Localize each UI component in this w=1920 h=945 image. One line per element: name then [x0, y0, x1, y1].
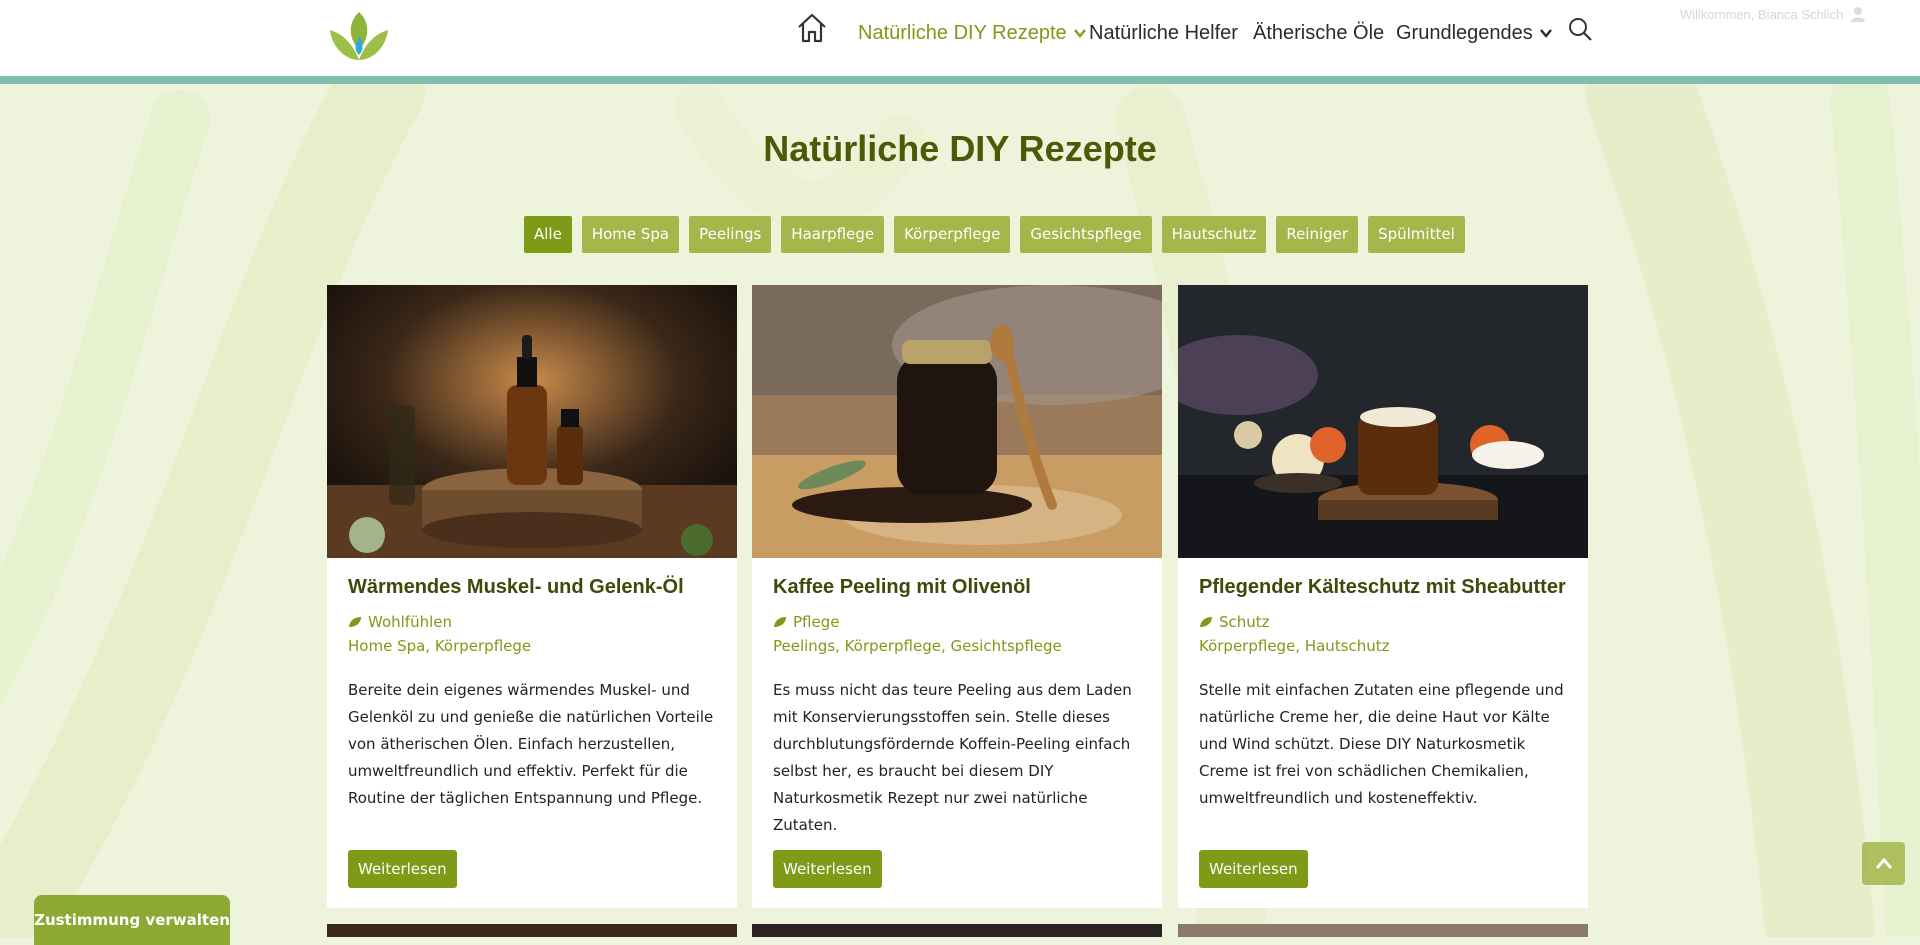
site-logo[interactable]	[326, 8, 392, 66]
filter-gesichtspflege[interactable]: Gesichtspflege	[1020, 216, 1152, 253]
read-more-button[interactable]: Weiterlesen	[773, 850, 882, 888]
read-more-button[interactable]: Weiterlesen	[1199, 850, 1308, 888]
card-tags[interactable]: Home Spa, Körperpflege	[348, 637, 718, 655]
nav-item-label: Grundlegendes	[1396, 21, 1533, 44]
search-icon[interactable]	[1567, 16, 1593, 42]
nav-item-natuerliche-helfer[interactable]: Natürliche Helfer	[1089, 18, 1238, 48]
card-tags[interactable]: Körperpflege, Hautschutz	[1199, 637, 1569, 655]
scroll-to-top-button[interactable]	[1862, 842, 1905, 885]
nav-item-grundlegendes[interactable]: Grundlegendes	[1396, 18, 1553, 48]
card-category-label: Schutz	[1219, 613, 1270, 631]
recipe-image-oil-bottles[interactable]	[327, 285, 737, 558]
site-header: Natürliche DIY Rezepte Natürliche Helfer…	[0, 0, 1920, 76]
chevron-down-icon	[1073, 29, 1086, 38]
filter-home-spa[interactable]: Home Spa	[581, 216, 680, 253]
card-category-label: Pflege	[793, 613, 840, 631]
leaf-icon	[774, 617, 786, 627]
header-accent-bar	[0, 76, 1920, 84]
leaf-icon	[1200, 617, 1212, 627]
welcome-text: Willkommen, Bianca Schlich	[1680, 6, 1844, 22]
card-title[interactable]: Wärmendes Muskel- und Gelenk-Öl	[348, 575, 718, 599]
chevron-down-icon	[1539, 29, 1552, 38]
card-tags[interactable]: Peelings, Körperpflege, Gesichtspflege	[773, 637, 1143, 655]
card-category-label: Wohlfühlen	[368, 613, 453, 631]
filter-hautschutz[interactable]: Hautschutz	[1161, 216, 1267, 253]
filter-reiniger[interactable]: Reiniger	[1276, 216, 1359, 253]
card-excerpt: Stelle mit einfachen Zutaten eine pflege…	[1199, 681, 1564, 807]
category-filter-bar: Alle Home Spa Peelings Haarpflege Körper…	[524, 216, 1465, 253]
nav-item-aetherische-oele[interactable]: Ätherische Öle	[1253, 18, 1384, 48]
recipe-card-peek[interactable]	[1178, 924, 1588, 937]
nav-item-label: Ätherische Öle	[1253, 21, 1385, 44]
recipe-card: Pflegender Kälteschutz mit Sheabutter Sc…	[1178, 285, 1588, 908]
read-more-button[interactable]: Weiterlesen	[348, 850, 457, 888]
card-category[interactable]: Pflege	[773, 613, 1143, 631]
welcome-user[interactable]: Willkommen, Bianca Schlich	[1680, 6, 1866, 22]
page-title: Natürliche DIY Rezepte	[763, 128, 1157, 169]
recipe-card: Kaffee Peeling mit Olivenöl Pflege Peeli…	[752, 285, 1162, 908]
consent-manage-button[interactable]: Zustimmung verwalten	[34, 895, 230, 945]
nav-item-label: Natürliche Helfer	[1089, 21, 1238, 44]
recipe-card-peek[interactable]	[752, 924, 1162, 937]
card-title[interactable]: Pflegender Kälteschutz mit Sheabutter	[1199, 575, 1569, 599]
leaf-icon	[349, 617, 361, 627]
filter-spuelmittel[interactable]: Spülmittel	[1368, 216, 1465, 253]
user-icon	[1851, 7, 1866, 22]
recipe-image-shea-cream[interactable]	[1178, 285, 1588, 558]
recipe-card-peek[interactable]	[327, 924, 737, 937]
filter-haarpflege[interactable]: Haarpflege	[781, 216, 885, 253]
recipe-card: Wärmendes Muskel- und Gelenk-Öl Wohlfühl…	[327, 285, 737, 908]
filter-koerperpflege[interactable]: Körperpflege	[894, 216, 1011, 253]
filter-peelings[interactable]: Peelings	[689, 216, 772, 253]
card-excerpt: Bereite dein eigenes wärmendes Muskel- u…	[348, 681, 714, 807]
card-title[interactable]: Kaffee Peeling mit Olivenöl	[773, 575, 1143, 599]
card-excerpt: Es muss nicht das teure Peeling aus dem …	[773, 681, 1132, 834]
nav-item-diy-rezepte[interactable]: Natürliche DIY Rezepte	[858, 18, 1087, 48]
nav-item-label: Natürliche DIY Rezepte	[858, 21, 1067, 44]
chevron-up-icon	[1875, 857, 1892, 869]
home-icon[interactable]	[796, 11, 828, 45]
card-category[interactable]: Wohlfühlen	[348, 613, 718, 631]
filter-alle[interactable]: Alle	[524, 216, 572, 253]
recipe-image-coffee-scrub[interactable]	[752, 285, 1162, 558]
card-category[interactable]: Schutz	[1199, 613, 1569, 631]
